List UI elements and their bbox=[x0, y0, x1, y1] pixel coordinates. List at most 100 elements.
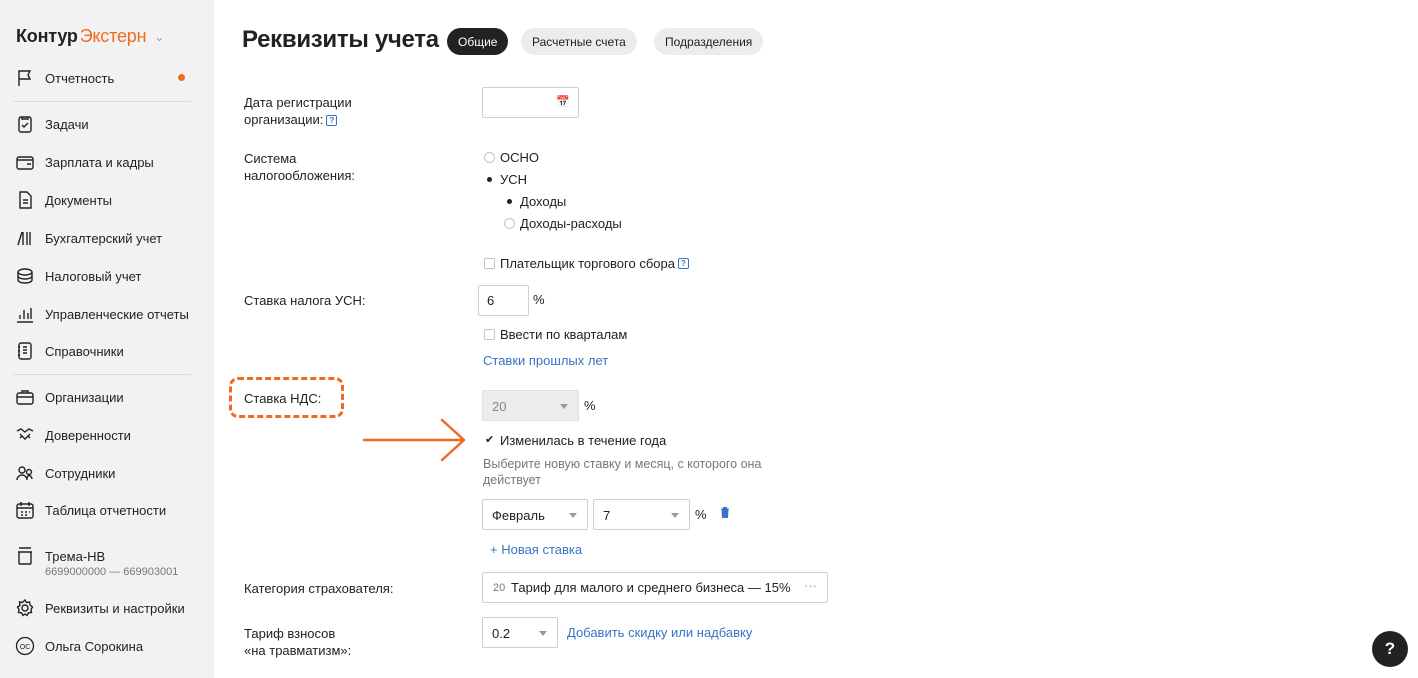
vat-rate-unit: % bbox=[584, 398, 596, 413]
injury-rate-label: Тариф взносов «на травматизм»: bbox=[244, 626, 352, 658]
books-icon bbox=[14, 227, 36, 249]
sidebar-item-user[interactable]: ОС Ольга Сорокина bbox=[14, 634, 143, 658]
notification-dot bbox=[178, 74, 185, 81]
tab-divisions[interactable]: Подразделения bbox=[654, 28, 764, 55]
calendar-icon[interactable]: 📅 bbox=[556, 95, 570, 108]
sidebar-item-label: Таблица отчетности bbox=[45, 502, 167, 518]
help-button[interactable]: ? bbox=[1372, 631, 1408, 667]
directory-icon bbox=[14, 340, 36, 362]
radio-usn[interactable]: УСН bbox=[484, 172, 527, 187]
sidebar-item-tax[interactable]: Налоговый учет bbox=[14, 264, 141, 288]
brand-name: Контур bbox=[16, 26, 78, 46]
sidebar-item-organizations[interactable]: Организации bbox=[14, 385, 124, 409]
radio-income-expenses[interactable]: Доходы-расходы bbox=[504, 216, 622, 231]
sidebar-item-label: Управленческие отчеты bbox=[45, 306, 189, 322]
bar-chart-icon bbox=[14, 303, 36, 325]
sidebar-item-label: Бухгалтерский учет bbox=[45, 230, 163, 246]
trade-fee-checkbox[interactable]: Плательщик торгового сбора ? bbox=[484, 256, 689, 271]
more-icon[interactable]: ··· bbox=[804, 578, 817, 593]
app-logo[interactable]: Контур Экстерн ⌄ bbox=[16, 26, 164, 47]
chevron-down-icon bbox=[671, 513, 679, 518]
sidebar-item-label: Сотрудники bbox=[45, 465, 116, 481]
trash-icon[interactable] bbox=[719, 506, 731, 519]
past-rates-link[interactable]: Ставки прошлых лет bbox=[483, 353, 608, 368]
injury-rate-select[interactable]: 0.2 bbox=[482, 617, 558, 648]
sidebar-item-accounting[interactable]: Бухгалтерский учет bbox=[14, 226, 162, 250]
usn-rate-label: Ставка налога УСН: bbox=[244, 293, 366, 308]
usn-rate-unit: % bbox=[533, 292, 545, 307]
vat-changed-checkbox[interactable]: Изменилась в течение года bbox=[484, 433, 666, 448]
sidebar-item-tasks[interactable]: Задачи bbox=[14, 112, 89, 136]
radio-circle[interactable] bbox=[484, 152, 495, 163]
chevron-down-icon bbox=[569, 513, 577, 518]
sidebar-item-management-reports[interactable]: Управленческие отчеты bbox=[14, 302, 189, 326]
sidebar-item-label: Задачи bbox=[45, 116, 89, 132]
chevron-down-icon[interactable]: ⌄ bbox=[154, 30, 164, 44]
sidebar-item-label: Реквизиты и настройки bbox=[45, 600, 185, 616]
quarterly-checkbox[interactable]: Ввести по кварталам bbox=[484, 327, 627, 342]
sidebar-item-label: Доверенности bbox=[45, 427, 131, 443]
sidebar-item-report-table[interactable]: Таблица отчетности bbox=[14, 498, 166, 522]
checkbox-box[interactable] bbox=[484, 329, 495, 340]
radio-income[interactable]: Доходы bbox=[504, 194, 566, 209]
checklist-icon bbox=[14, 113, 36, 135]
month-select[interactable]: Февраль bbox=[482, 499, 588, 530]
avatar-icon: ОС bbox=[14, 635, 36, 657]
checkbox-box-checked[interactable] bbox=[484, 433, 495, 446]
sidebar: Контур Экстерн ⌄ Отчетность Задачи Зарпл… bbox=[0, 0, 214, 678]
sidebar-item-organization-current[interactable]: Трема-НВ bbox=[14, 544, 105, 568]
help-icon[interactable]: ? bbox=[677, 258, 689, 269]
vat-rate-select[interactable]: 20 bbox=[482, 390, 579, 421]
briefcase-icon bbox=[14, 386, 36, 408]
chevron-down-icon bbox=[539, 631, 547, 636]
insurer-category-field[interactable]: 20 Тариф для малого и среднего бизнеса —… bbox=[482, 572, 828, 603]
wallet-icon bbox=[14, 151, 36, 173]
page-title: Реквизиты учета bbox=[242, 26, 439, 53]
new-rate-select[interactable]: 7 bbox=[593, 499, 690, 530]
coins-icon bbox=[14, 265, 36, 287]
chevron-down-icon bbox=[560, 404, 568, 409]
radio-circle-checked[interactable] bbox=[484, 174, 495, 185]
add-rate-link[interactable]: + Новая ставка bbox=[490, 542, 582, 557]
sidebar-item-settings[interactable]: Реквизиты и настройки bbox=[14, 596, 185, 620]
sidebar-item-label: Отчетность bbox=[45, 70, 115, 86]
handshake-icon bbox=[14, 424, 36, 446]
tax-system-label: Система налогообложения: bbox=[244, 151, 355, 183]
help-icon[interactable]: ? bbox=[326, 115, 338, 126]
sidebar-item-employees[interactable]: Сотрудники bbox=[14, 461, 115, 485]
new-rate-unit: % bbox=[695, 507, 707, 522]
insurer-code: 20 bbox=[493, 582, 506, 594]
add-discount-link[interactable]: Добавить скидку или надбавку bbox=[567, 625, 752, 640]
sidebar-item-reports[interactable]: Отчетность bbox=[14, 66, 114, 90]
tab-bank-accounts[interactable]: Расчетные счета bbox=[521, 28, 637, 55]
arrow-right-icon bbox=[362, 418, 466, 462]
insurer-value: Тариф для малого и среднего бизнеса — 15… bbox=[511, 580, 791, 595]
people-icon bbox=[14, 462, 36, 484]
sidebar-item-directories[interactable]: Справочники bbox=[14, 339, 124, 363]
sidebar-item-powers-of-attorney[interactable]: Доверенности bbox=[14, 423, 131, 447]
document-icon bbox=[14, 189, 36, 211]
usn-rate-input[interactable]: 6 bbox=[478, 285, 529, 316]
sidebar-item-label: Трема-НВ bbox=[45, 548, 106, 564]
radio-circle-checked[interactable] bbox=[504, 196, 515, 207]
organization-inn-kpp: 6699000000 — 669903001 bbox=[45, 566, 179, 578]
sidebar-item-documents[interactable]: Документы bbox=[14, 188, 112, 212]
flag-icon bbox=[14, 67, 36, 89]
sidebar-item-label: Справочники bbox=[45, 343, 124, 359]
reg-date-input[interactable]: 📅 bbox=[482, 87, 579, 118]
building-icon bbox=[14, 545, 36, 567]
radio-osno[interactable]: ОСНО bbox=[484, 150, 539, 165]
checkbox-box[interactable] bbox=[484, 258, 495, 269]
sidebar-item-label: Организации bbox=[45, 389, 124, 405]
sidebar-item-label: Ольга Сорокина bbox=[45, 638, 144, 654]
radio-circle[interactable] bbox=[504, 218, 515, 229]
calendar-icon bbox=[14, 499, 36, 521]
vat-label: Ставка НДС: bbox=[244, 391, 322, 406]
svg-text:ОС: ОС bbox=[20, 644, 31, 651]
sidebar-item-payroll[interactable]: Зарплата и кадры bbox=[14, 150, 154, 174]
product-name: Экстерн bbox=[79, 26, 147, 46]
reg-date-label: Дата регистрации организации:? bbox=[244, 95, 352, 127]
tab-general[interactable]: Общие bbox=[447, 28, 509, 55]
sidebar-divider bbox=[14, 374, 191, 375]
sidebar-item-label: Документы bbox=[45, 192, 113, 208]
